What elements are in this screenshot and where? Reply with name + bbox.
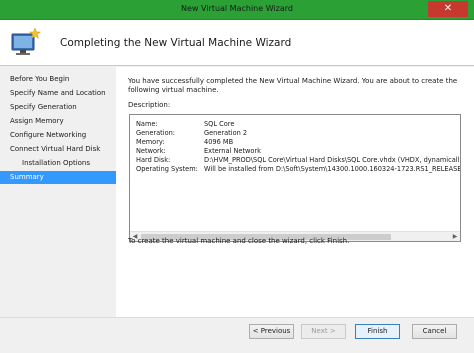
description-value: External Network xyxy=(204,147,261,155)
sidebar-item-connect-virtual-hard-disk[interactable]: Connect Virtual Hard Disk xyxy=(0,143,116,156)
vm-wizard-icon xyxy=(11,27,42,55)
description-value: SQL Core xyxy=(204,120,235,128)
description-key: Hard Disk: xyxy=(136,156,171,164)
description-key: Operating System: xyxy=(136,165,198,173)
description-key: Network: xyxy=(136,147,166,155)
description-value: Will be installed from D:\Soft\System\14… xyxy=(204,165,461,173)
sidebar-item-assign-memory[interactable]: Assign Memory xyxy=(0,115,116,128)
sidebar-item-configure-networking[interactable]: Configure Networking xyxy=(0,129,116,142)
title-bar: New Virtual Machine Wizard ✕ xyxy=(0,0,474,20)
summary-panel: You have successfully completed the New … xyxy=(116,67,474,317)
description-label: Description: xyxy=(128,101,171,109)
sidebar-item-installation-options[interactable]: Installation Options xyxy=(0,157,116,170)
cancel-button[interactable]: Cancel xyxy=(412,324,457,339)
page-title: Completing the New Virtual Machine Wizar… xyxy=(60,37,292,49)
description-key: Name: xyxy=(136,120,158,128)
close-button[interactable]: ✕ xyxy=(428,1,468,17)
description-value: D:\HVM_PROD\SQL Core\Virtual Hard Disks\… xyxy=(204,156,461,164)
previous-button[interactable]: < Previous xyxy=(249,324,294,339)
description-key: Generation: xyxy=(136,129,176,137)
finish-button[interactable]: Finish xyxy=(355,324,400,339)
wizard-footer: < Previous Next > Finish Cancel xyxy=(0,317,474,353)
sidebar-item-specify-generation[interactable]: Specify Generation xyxy=(0,101,116,114)
description-key: Memory: xyxy=(136,138,165,146)
wizard-steps-sidebar: Before You Begin Specify Name and Locati… xyxy=(0,67,116,317)
wizard-header: Completing the New Virtual Machine Wizar… xyxy=(0,20,474,66)
sidebar-item-summary[interactable]: Summary xyxy=(0,171,116,184)
closing-text: To create the virtual machine and close … xyxy=(128,237,350,245)
scroll-right-icon[interactable]: ▶ xyxy=(450,232,460,241)
description-value: Generation 2 xyxy=(204,129,248,137)
sidebar-item-before-you-begin[interactable]: Before You Begin xyxy=(0,73,116,86)
sidebar-item-specify-name-and-location[interactable]: Specify Name and Location xyxy=(0,87,116,100)
description-value: 4096 MB xyxy=(204,138,234,146)
description-box[interactable]: Name: SQL Core Generation: Generation 2 … xyxy=(129,114,461,242)
next-button[interactable]: Next > xyxy=(301,324,346,339)
window-title: New Virtual Machine Wizard xyxy=(181,4,293,13)
intro-text: You have successfully completed the New … xyxy=(128,77,458,94)
